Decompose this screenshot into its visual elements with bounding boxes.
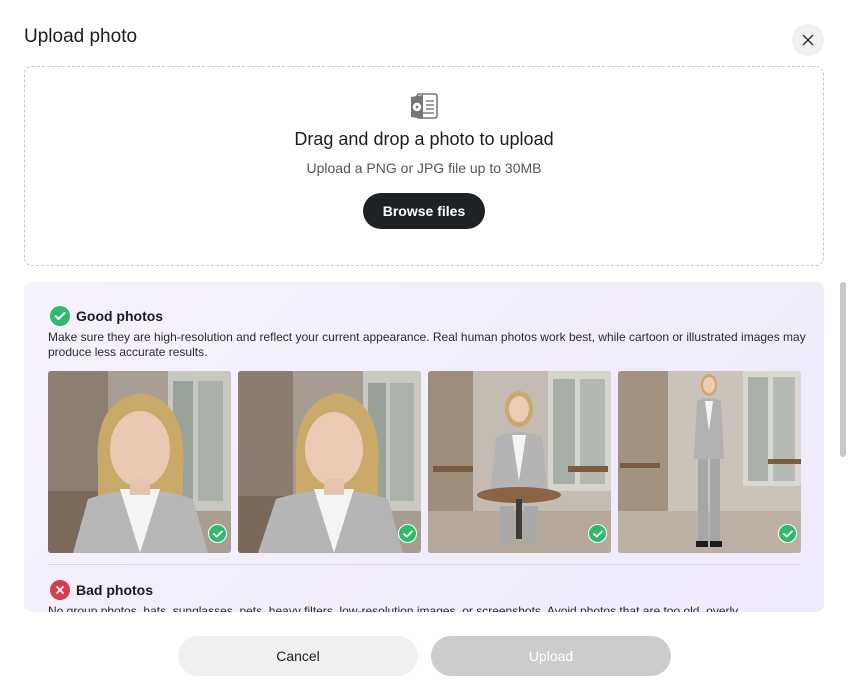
close-icon <box>802 34 814 46</box>
browse-files-button[interactable]: Browse files <box>362 193 486 229</box>
dropzone-title: Drag and drop a photo to upload <box>294 129 554 149</box>
dropzone-subtitle: Upload a PNG or JPG file up to 30MB <box>306 160 542 176</box>
good-photo-examples <box>48 371 801 553</box>
check-icon <box>398 524 417 543</box>
upload-photo-dialog: Upload photo Drag and drop a photo to up… <box>0 0 849 699</box>
bad-photos-title: Bad photos <box>76 582 153 598</box>
good-photos-heading: Good photos <box>50 306 163 326</box>
good-photos-description: Make sure they are high-resolution and r… <box>48 330 806 359</box>
section-divider <box>48 564 800 565</box>
close-button[interactable] <box>792 24 824 56</box>
bad-photos-description: No group photos, hats, sunglasses, pets,… <box>48 604 739 612</box>
photo-file-icon <box>411 93 438 119</box>
example-photo <box>48 371 231 553</box>
dialog-title: Upload photo <box>24 26 138 47</box>
photo-dropzone[interactable]: Drag and drop a photo to upload Upload a… <box>24 66 824 266</box>
check-icon <box>778 524 797 543</box>
photo-guidelines-panel[interactable]: Good photos Make sure they are high-reso… <box>24 282 824 612</box>
bad-photos-heading: Bad photos <box>50 580 153 600</box>
check-circle-icon <box>50 306 70 326</box>
x-circle-icon <box>50 580 70 600</box>
upload-button[interactable]: Upload <box>431 636 671 676</box>
scrollbar-thumb[interactable] <box>840 282 846 457</box>
good-photos-title: Good photos <box>76 308 164 324</box>
check-icon <box>208 524 227 543</box>
example-photo <box>428 371 611 553</box>
example-photo <box>238 371 421 553</box>
cancel-button[interactable]: Cancel <box>178 636 418 676</box>
check-icon <box>588 524 607 543</box>
example-photo <box>618 371 801 553</box>
